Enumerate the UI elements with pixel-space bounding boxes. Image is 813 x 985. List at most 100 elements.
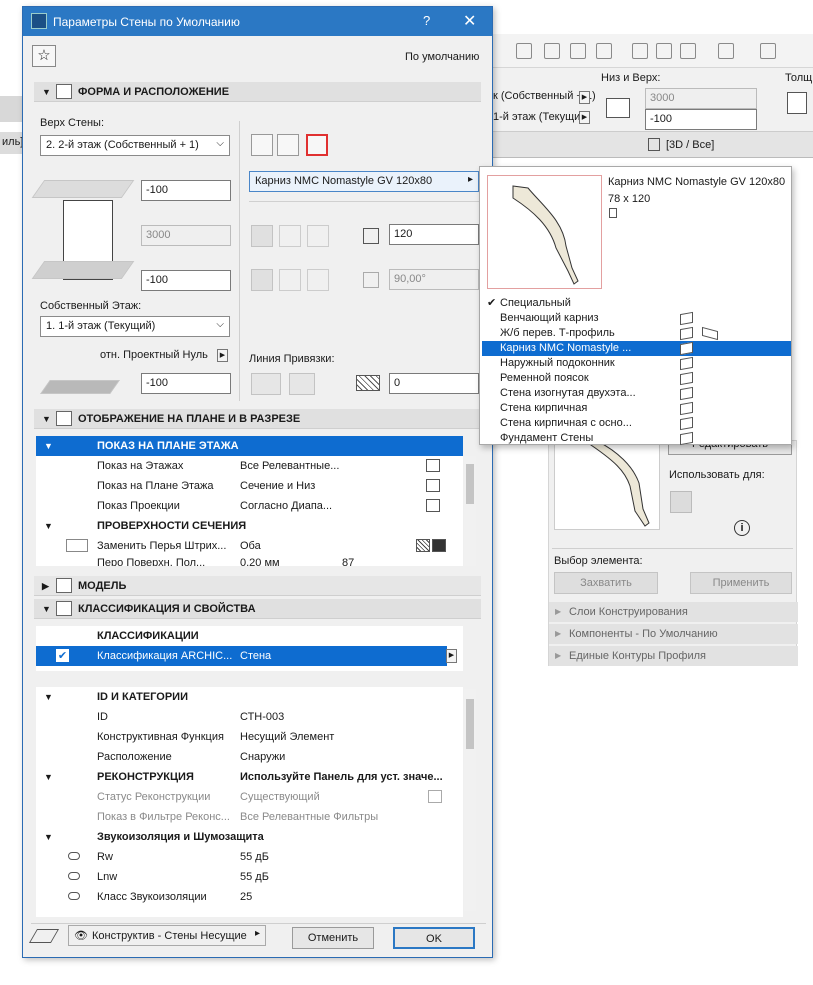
bg-bottom-field[interactable]: -100 <box>645 109 757 130</box>
reference-line-inside-icon[interactable] <box>289 373 315 395</box>
favorites-star-icon[interactable]: ☆ <box>32 45 56 67</box>
tree-header[interactable]: КЛАССИФИКАЦИИ <box>36 626 463 646</box>
properties-scrollbar[interactable] <box>464 689 476 911</box>
arrow-right-icon[interactable]: ▶ <box>217 349 228 362</box>
help-button[interactable]: ? <box>423 13 430 28</box>
profile-item[interactable]: Стена кирпичная с осно... <box>500 417 632 429</box>
section-model[interactable]: ▶ МОДЕЛЬ <box>34 576 481 596</box>
wall-vertical-icon[interactable] <box>251 269 273 291</box>
profile-item[interactable]: Специальный <box>500 297 571 309</box>
arrow-right-icon[interactable]: ▶ <box>446 649 457 663</box>
archicad-logo-icon <box>31 13 47 29</box>
profile-item[interactable]: Фундамент Стены <box>500 432 593 444</box>
cancel-button[interactable]: Отменить <box>292 927 374 949</box>
tree-row[interactable]: ✔ Классификация ARCHIC... Стена <box>36 646 447 666</box>
tool-icon[interactable] <box>544 43 560 59</box>
tool-icon[interactable] <box>516 43 532 59</box>
home-story-select[interactable]: 1. 1-й этаж (Текущий) ⌵ <box>40 316 230 337</box>
top-wall-select[interactable]: 2. 2-й этаж (Собственный + 1) ⌵ <box>40 135 230 156</box>
ref-line-offset-field[interactable]: 0 <box>389 373 479 394</box>
tree-row[interactable]: ID СТН-003 <box>36 707 463 727</box>
plan-tree-scrollbar[interactable] <box>464 456 476 566</box>
section-shape[interactable]: ▼ ФОРМА И РАСПОЛОЖЕНИЕ <box>34 82 481 102</box>
tree-row[interactable]: Класс Звукоизоляции 25 <box>36 887 463 907</box>
info-icon[interactable]: i <box>734 520 750 536</box>
tool-icon[interactable] <box>680 43 696 59</box>
close-button[interactable]: ✕ <box>463 11 476 31</box>
tree-row[interactable]: Показ в Фильтре Реконс... Все Релевантные… <box>36 807 463 827</box>
apply-button[interactable]: Применить <box>690 572 792 594</box>
collapsed-section[interactable]: ▶ Слои Конструирования <box>549 602 798 622</box>
tree-row[interactable]: Показ на Этажах Все Релевантные... <box>36 456 463 476</box>
arrow-right-icon[interactable]: ▶ <box>579 111 590 124</box>
tree-header[interactable]: ▼ РЕКОНСТРУКЦИЯ Используйте Панель для уст… <box>36 767 463 787</box>
collapse-triangle-icon: ▼ <box>44 692 53 702</box>
tree-row[interactable]: Перо Поверхн. Пол... 0,20 мм 87 <box>36 556 463 566</box>
column-use-icon[interactable] <box>734 491 756 513</box>
divider <box>31 923 486 924</box>
collapse-triangle-icon: ▼ <box>44 441 53 451</box>
railing-use-icon[interactable] <box>670 518 692 540</box>
thickness-field[interactable]: 120 <box>389 224 479 245</box>
tool-icon[interactable] <box>632 43 648 59</box>
tool-icon[interactable] <box>718 43 734 59</box>
profile-item[interactable]: Ременной поясок <box>500 372 589 384</box>
arrow-right-icon[interactable]: ▶ <box>579 91 590 104</box>
left-tab-stub[interactable]: иль] <box>0 132 23 154</box>
profile-item[interactable]: Наружный подоконник <box>500 357 615 369</box>
profile-item[interactable]: Ж/б перев. Т-профиль <box>500 327 615 339</box>
ok-button[interactable]: OK <box>393 927 475 949</box>
section-classification[interactable]: ▼ КЛАССИФИКАЦИЯ И СВОЙСТВА <box>34 599 481 619</box>
wall-double-slanted-icon[interactable] <box>307 269 329 291</box>
tree-header[interactable]: ▼ Звукоизоляция и Шумозащита <box>36 827 463 847</box>
wall-use-icon <box>680 341 693 356</box>
top-offset-field[interactable]: -100 <box>141 180 231 201</box>
profile-select[interactable]: Карниз NMC Nomastyle GV 120x80 ▸ <box>249 171 479 192</box>
beam-use-icon[interactable] <box>702 491 724 513</box>
bottom-offset-field[interactable]: -100 <box>141 270 231 291</box>
tool-icon[interactable] <box>656 43 672 59</box>
tree-row[interactable]: Показ Проекции Согласно Диапа... <box>36 496 463 516</box>
profile-wall-icon[interactable] <box>306 134 328 156</box>
tree-row[interactable]: Статус Реконструкции Существующий <box>36 787 463 807</box>
reference-line-outside-icon[interactable] <box>251 373 281 395</box>
wall-polygon-icon[interactable] <box>307 225 329 247</box>
wall-trapezoid-icon[interactable] <box>279 225 301 247</box>
tree-row[interactable]: Rw 55 дБ <box>36 847 463 867</box>
object-use-icon[interactable] <box>702 518 724 540</box>
basic-wall-icon[interactable] <box>251 134 273 156</box>
tab-3d-view[interactable]: [3D / Все] <box>666 139 714 151</box>
wall-straight-icon[interactable] <box>251 225 273 247</box>
profile-item[interactable]: Венчающий карниз <box>500 312 599 324</box>
tree-header[interactable]: ▼ ID И КАТЕГОРИИ <box>36 687 463 707</box>
wall-use-icon <box>680 431 693 446</box>
profile-item-selected[interactable]: Карниз NMC Nomastyle ... <box>500 342 631 354</box>
tree-header[interactable]: ▼ ПРОВЕРХНОСТИ СЕЧЕНИЯ <box>36 516 463 536</box>
tree-row[interactable]: Конструктивная Функция Несущий Элемент <box>36 727 463 747</box>
profile-item[interactable]: Стена кирпичная <box>500 402 587 414</box>
tool-icon[interactable] <box>570 43 586 59</box>
angle-icon <box>363 272 379 288</box>
tool-icon[interactable] <box>596 43 612 59</box>
checkbox-checked-icon[interactable]: ✔ <box>56 649 69 662</box>
wall-height-field[interactable]: 3000 <box>141 225 231 246</box>
tree-row[interactable]: Lnw 55 дБ <box>36 867 463 887</box>
tree-header[interactable]: ▼ ПОКАЗ НА ПЛАНЕ ЭТАЖА <box>36 436 463 456</box>
wall-use-icon <box>680 326 693 341</box>
wall-slanted-icon[interactable] <box>279 269 301 291</box>
wall-use-icon[interactable] <box>670 491 692 513</box>
reference-offset-field[interactable]: -100 <box>141 373 231 394</box>
collapsed-section[interactable]: ▶ Компоненты - По Умолчанию <box>549 624 798 644</box>
collapsed-section[interactable]: ▶ Единые Контуры Профиля <box>549 646 798 666</box>
angle-field[interactable]: 90,00° <box>389 269 479 290</box>
capture-button[interactable]: Захватить <box>554 572 658 594</box>
section-plan-display[interactable]: ▼ ОТОБРАЖЕНИЕ НА ПЛАНЕ И В РАЗРЕЗЕ <box>34 409 481 429</box>
tree-row[interactable]: Заменить Перья Штрих... Оба <box>36 536 463 556</box>
tree-row[interactable]: Расположение Снаружи <box>36 747 463 767</box>
layer-select[interactable]: 👁 Конструктив - Стены Несущие ▸ <box>68 925 266 946</box>
tool-icon[interactable] <box>760 43 776 59</box>
composite-wall-icon[interactable] <box>277 134 299 156</box>
profile-item[interactable]: Стена изогнутая двухэта... <box>500 387 636 399</box>
bg-top-field[interactable]: 3000 <box>645 88 757 109</box>
tree-row[interactable]: Показ на Плане Этажа Сечение и Низ <box>36 476 463 496</box>
